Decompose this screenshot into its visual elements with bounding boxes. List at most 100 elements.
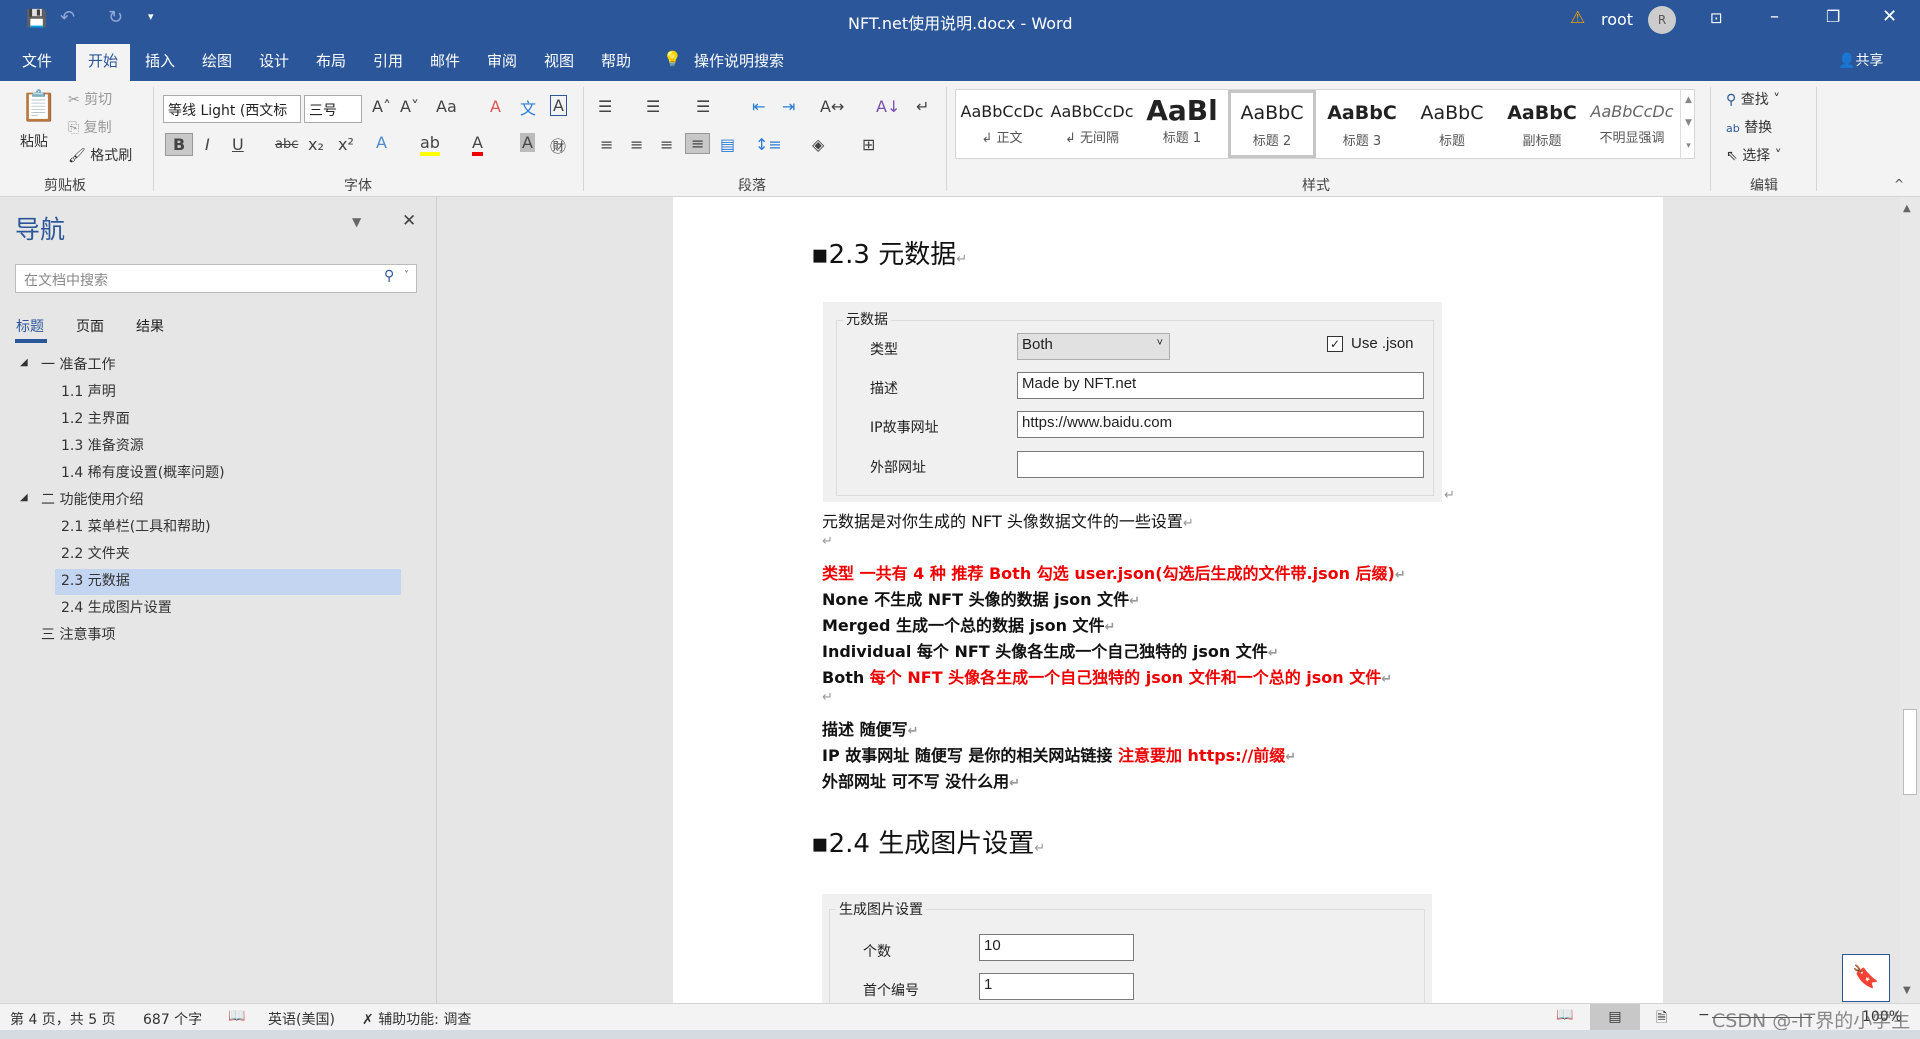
first-number-input[interactable]: 1 bbox=[979, 973, 1134, 1000]
numbering-icon[interactable]: ☰ bbox=[646, 97, 660, 116]
bookmark-icon[interactable]: 🔖 bbox=[1842, 954, 1890, 1002]
tab-view[interactable]: 视图 bbox=[544, 50, 574, 71]
accessibility-status[interactable]: ✗ 辅助功能: 调查 bbox=[362, 1009, 471, 1029]
tab-layout[interactable]: 布局 bbox=[316, 50, 346, 71]
tab-references[interactable]: 引用 bbox=[373, 50, 403, 71]
user-name[interactable]: root bbox=[1601, 10, 1633, 29]
style-heading-1[interactable]: AaBl 标题 1 bbox=[1138, 90, 1226, 158]
customize-toolbar-icon[interactable]: ▾ bbox=[148, 10, 154, 23]
avatar[interactable]: R bbox=[1648, 6, 1676, 34]
nav-heading-item[interactable]: 1.4 稀有度设置(概率问题) bbox=[61, 462, 225, 482]
style-heading-3[interactable]: AaBbC 标题 3 bbox=[1318, 90, 1406, 158]
show-marks-icon[interactable]: ↵ bbox=[916, 97, 929, 116]
tab-help[interactable]: 帮助 bbox=[601, 50, 631, 71]
nav-heading-item-selected[interactable]: 2.3 元数据 bbox=[61, 570, 130, 590]
justify-icon[interactable]: ≡ bbox=[685, 133, 711, 154]
subscript-icon[interactable]: x₂ bbox=[308, 135, 324, 154]
style-subtle-emphasis[interactable]: AaBbCcDc 不明显强调 bbox=[1588, 90, 1676, 158]
line-spacing-icon[interactable]: ↕≡ bbox=[755, 135, 782, 154]
nav-options-icon[interactable]: ▼ bbox=[352, 215, 361, 229]
style-title[interactable]: AaBbC 标题 bbox=[1408, 90, 1496, 158]
format-painter-button[interactable]: 🖌 格式刷 bbox=[68, 145, 132, 165]
redo-icon[interactable]: ↻ bbox=[108, 7, 123, 28]
bullets-icon[interactable]: ☰ bbox=[598, 97, 612, 116]
font-size-select[interactable]: 三号 bbox=[304, 95, 362, 123]
web-layout-icon[interactable]: 🗎 bbox=[1656, 1007, 1667, 1031]
collapse-ribbon-icon[interactable]: ^ bbox=[1894, 177, 1904, 191]
nav-heading-item[interactable]: 1.3 准备资源 bbox=[61, 435, 144, 455]
distributed-icon[interactable]: ▤ bbox=[720, 135, 735, 154]
grow-font-icon[interactable]: A˄ bbox=[372, 97, 391, 116]
tab-review[interactable]: 审阅 bbox=[487, 50, 517, 71]
bold-icon[interactable]: B bbox=[165, 133, 194, 156]
vertical-scrollbar[interactable]: ▲ ▼ bbox=[1900, 197, 1920, 1003]
tab-file[interactable]: 文件 bbox=[22, 50, 52, 71]
nav-heading-item[interactable]: 1.1 声明 bbox=[61, 381, 116, 401]
close-icon[interactable]: ✕ bbox=[1882, 6, 1897, 27]
increase-indent-icon[interactable]: ⇥ bbox=[782, 97, 795, 116]
nav-heading-item[interactable]: 2.4 生成图片设置 bbox=[61, 597, 172, 617]
word-count[interactable]: 687 个字 bbox=[143, 1009, 202, 1029]
style-normal[interactable]: AaBbCcDc ↲ 正文 bbox=[958, 90, 1046, 158]
warning-icon[interactable]: ⚠ bbox=[1570, 8, 1585, 28]
align-center-icon[interactable]: ≡ bbox=[630, 135, 643, 154]
nav-heading-item[interactable]: 三 注意事项 bbox=[41, 624, 115, 644]
read-mode-icon[interactable]: 📖 bbox=[1556, 1007, 1573, 1023]
undo-icon[interactable]: ↶ bbox=[60, 7, 75, 28]
font-color-icon[interactable]: A bbox=[472, 133, 483, 156]
nav-search-input[interactable]: 在文档中搜索 ⚲ ˅ bbox=[15, 264, 417, 293]
tab-insert[interactable]: 插入 bbox=[145, 50, 175, 71]
font-name-select[interactable]: 等线 Light (西文标 bbox=[163, 95, 301, 123]
copy-button[interactable]: ⎘ 复制 bbox=[68, 117, 112, 137]
select-button[interactable]: ⇖ 选择 ˅ bbox=[1726, 145, 1782, 165]
tab-design[interactable]: 设计 bbox=[259, 50, 289, 71]
tab-mailings[interactable]: 邮件 bbox=[430, 50, 460, 71]
text-effects-icon[interactable]: A bbox=[376, 133, 387, 152]
align-right-icon[interactable]: ≡ bbox=[660, 135, 673, 154]
close-icon[interactable]: ✕ bbox=[402, 211, 416, 231]
paste-button[interactable]: 粘贴 bbox=[20, 131, 48, 151]
nav-heading-item[interactable]: 2.2 文件夹 bbox=[61, 543, 130, 563]
use-json-checkbox[interactable]: ✓ bbox=[1327, 336, 1343, 352]
decrease-indent-icon[interactable]: ⇤ bbox=[752, 97, 765, 116]
print-layout-icon[interactable]: ▤ bbox=[1590, 1004, 1640, 1031]
character-border-icon[interactable]: A bbox=[550, 95, 567, 116]
nav-tab-headings[interactable]: 标题 bbox=[16, 316, 44, 336]
superscript-icon[interactable]: x² bbox=[338, 135, 354, 154]
chevron-down-icon[interactable]: ˅ bbox=[404, 270, 409, 281]
nav-heading-item[interactable]: 1.2 主界面 bbox=[61, 408, 130, 428]
shading-icon[interactable]: ◈ bbox=[812, 135, 824, 154]
text-direction-icon[interactable]: A↔ bbox=[820, 97, 844, 116]
style-subtitle[interactable]: AaBbC 副标题 bbox=[1498, 90, 1586, 158]
scroll-up-icon[interactable]: ▲ bbox=[1903, 203, 1911, 214]
zoom-out-icon[interactable]: − bbox=[1698, 1007, 1710, 1023]
italic-icon[interactable]: I bbox=[205, 135, 210, 154]
page-count[interactable]: 第 4 页，共 5 页 bbox=[10, 1009, 116, 1029]
shrink-font-icon[interactable]: A˅ bbox=[400, 97, 419, 116]
replace-button[interactable]: ab 替换 bbox=[1726, 117, 1772, 137]
highlight-icon[interactable]: ab bbox=[420, 133, 440, 156]
multilevel-list-icon[interactable]: ☰ bbox=[696, 97, 710, 116]
collapse-icon[interactable]: ◢ bbox=[20, 357, 28, 368]
change-case-icon[interactable]: Aa bbox=[436, 97, 457, 116]
paste-icon[interactable]: 📋 bbox=[20, 89, 57, 124]
clear-format-icon[interactable]: A bbox=[490, 97, 501, 116]
collapse-icon[interactable]: ◢ bbox=[20, 492, 28, 503]
tab-home[interactable]: 开始 bbox=[76, 44, 131, 81]
find-button[interactable]: ⚲ 查找 ˅ bbox=[1726, 89, 1780, 109]
phonetic-guide-icon[interactable]: 文 bbox=[520, 95, 536, 119]
ext-input[interactable] bbox=[1017, 451, 1424, 478]
style-no-spacing[interactable]: AaBbCcDc ↲ 无间隔 bbox=[1048, 90, 1136, 158]
borders-icon[interactable]: ⊞ bbox=[862, 135, 875, 154]
nav-tab-results[interactable]: 结果 bbox=[136, 316, 164, 336]
tab-draw[interactable]: 绘图 bbox=[202, 50, 232, 71]
align-left-icon[interactable]: ≡ bbox=[600, 135, 613, 154]
sort-icon[interactable]: A↓ bbox=[876, 97, 900, 116]
cut-button[interactable]: ✂ 剪切 bbox=[68, 89, 112, 109]
strikethrough-icon[interactable]: abc bbox=[275, 137, 298, 152]
count-input[interactable]: 10 bbox=[979, 934, 1134, 961]
type-select[interactable]: Both ˅ bbox=[1017, 333, 1170, 360]
nav-tab-pages[interactable]: 页面 bbox=[76, 316, 104, 336]
scrollbar-thumb[interactable] bbox=[1903, 709, 1917, 795]
proofing-icon[interactable]: 📖 bbox=[228, 1008, 245, 1024]
